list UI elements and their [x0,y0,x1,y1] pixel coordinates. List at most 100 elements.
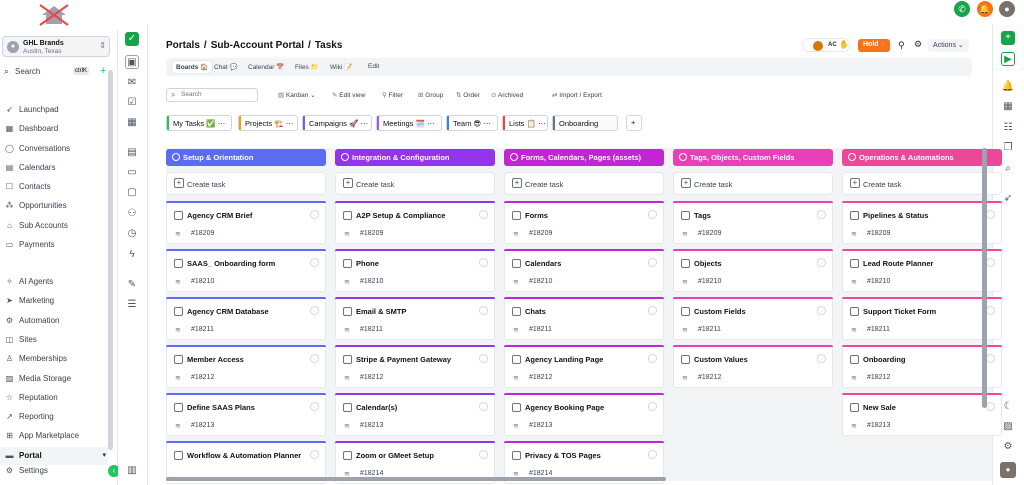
subtab-0[interactable]: Boards 🏠 [172,61,213,73]
sidebar-item-sub-accounts[interactable]: ⌂ Sub Accounts [0,217,108,235]
column-header[interactable]: Tags, Objects, Custom Fields [673,149,833,166]
gear-icon[interactable]: ⚙ [914,39,922,50]
task-card[interactable]: Tags ≋ #18209 [673,201,833,244]
status-circle-icon[interactable] [817,306,826,315]
create-task-button[interactable]: + Create task [504,172,664,195]
create-task-button[interactable]: + Create task [166,172,326,195]
more-icon[interactable]: ⋯ [538,119,546,128]
status-circle-icon[interactable] [310,258,319,267]
phone-button[interactable]: ✆ [954,1,970,17]
toolbar-group[interactable]: ⊞ Group [418,91,443,99]
sidebar-item-contacts[interactable]: ☐ Contacts [0,178,108,196]
sidebar-item-ai-agents[interactable]: ✧ AI Agents [0,273,108,291]
status-circle-icon[interactable] [986,402,995,411]
toolbar-filter[interactable]: ⚲ Filter [382,91,403,99]
task-checkbox[interactable] [174,355,183,364]
sidebar-item-calendars[interactable]: ▤ Calendars [0,159,108,177]
sidebar-item-media-storage[interactable]: ▨ Media Storage [0,370,108,388]
column-header[interactable]: Setup & Orientation [166,149,326,166]
task-checkbox[interactable] [343,307,352,316]
clock-icon[interactable]: ◷ [125,227,139,241]
sidebar-item-app-marketplace[interactable]: ⊞ App Marketplace [0,427,108,445]
status-circle-icon[interactable] [310,450,319,459]
status-circle-icon[interactable] [310,402,319,411]
view-tab-4[interactable]: Team 😎 ⋯ [446,115,498,131]
task-card[interactable]: Objects ≋ #18210 [673,249,833,292]
inbox-icon[interactable]: ▣ [125,55,139,69]
toolbar-import-export[interactable]: ⇄ Import / Export [552,91,602,99]
task-card[interactable]: Chats ≋ #18211 [504,297,664,340]
task-card[interactable]: Stripe & Payment Gateway ≋ #18212 [335,345,495,388]
task-card[interactable]: Custom Values ≋ #18212 [673,345,833,388]
view-tab-3[interactable]: Meetings 🗓️ ⋯ [376,115,442,131]
status-circle-icon[interactable] [986,210,995,219]
task-checkbox[interactable] [681,211,690,220]
sidebar-item-reputation[interactable]: ☆ Reputation [0,389,108,407]
status-circle-icon[interactable] [817,258,826,267]
zoom-icon[interactable]: ⌕ [1001,162,1015,176]
settings-icon[interactable]: ⚙ [1001,440,1015,454]
task-card[interactable]: Agency Landing Page ≋ #18212 [504,345,664,388]
task-card[interactable]: Phone ≋ #18210 [335,249,495,292]
subtab-4[interactable]: Wiki 📝 [326,61,356,73]
more-icon[interactable]: ⋯ [286,119,294,128]
task-checkbox[interactable] [343,211,352,220]
task-checkbox[interactable] [512,451,521,460]
task-checkbox[interactable] [850,211,859,220]
task-card[interactable]: Lead Route Planner ≋ #18210 [842,249,1002,292]
status-circle-icon[interactable] [986,306,995,315]
tasks-app-icon[interactable]: ✓ [125,32,139,46]
users-icon[interactable]: ⚇ [125,207,139,221]
status-circle-icon[interactable] [648,402,657,411]
task-card[interactable]: Email & SMTP ≋ #18211 [335,297,495,340]
moon-icon[interactable]: ☾ [1001,400,1015,414]
message-icon[interactable]: ▢ [125,186,139,200]
task-checkbox[interactable] [174,259,183,268]
task-card[interactable]: Pipelines & Status ≋ #18209 [842,201,1002,244]
view-tab-5[interactable]: Lists 📋 ⋯ [502,115,548,131]
add-view-button[interactable]: + [626,115,642,131]
status-circle-icon[interactable] [479,306,488,315]
status-circle-icon[interactable] [986,354,995,363]
board-vertical-scrollbar[interactable] [982,148,987,408]
sidebar-item-reporting[interactable]: ↗ Reporting [0,408,108,426]
create-task-button[interactable]: + Create task [842,172,1002,195]
status-circle-icon[interactable] [817,210,826,219]
status-circle-icon[interactable] [479,258,488,267]
toolbar-archived[interactable]: ⊙ Archived [491,91,523,99]
view-tab-2[interactable]: Campaigns 🚀 ⋯ [302,115,372,131]
document-icon[interactable]: ▤ [125,146,139,160]
play-icon[interactable]: ▶ [1001,52,1015,66]
toolbar-kanban[interactable]: ▤ Kanban ⌄ [278,91,316,99]
subtab-1[interactable]: Chat 💬 [210,61,242,73]
task-checkbox[interactable] [174,451,183,460]
status-circle-icon[interactable] [648,210,657,219]
column-header[interactable]: Operations & Automations [842,149,1002,166]
task-card[interactable]: Support Ticket Form ≋ #18211 [842,297,1002,340]
task-card[interactable]: Agency Booking Page ≋ #18213 [504,393,664,436]
sidebar-item-marketing[interactable]: ➤ Marketing [0,292,108,310]
sidebar-item-conversations[interactable]: ◯ Conversations [0,140,108,158]
status-circle-icon[interactable] [817,354,826,363]
lightning-icon[interactable]: ϟ [125,248,139,262]
task-card[interactable]: Agency CRM Database ≋ #18211 [166,297,326,340]
bell-icon[interactable]: 🔔 [1001,80,1015,94]
sidebar-item-payments[interactable]: ▭ Payments [0,236,108,254]
status-circle-icon[interactable] [479,450,488,459]
subtab-5[interactable]: Edit [364,61,383,72]
more-icon[interactable]: ⋯ [483,119,491,128]
task-checkbox[interactable] [850,355,859,364]
rocket-icon[interactable]: ➶ [1001,192,1015,206]
task-checkbox[interactable] [681,307,690,316]
status-circle-icon[interactable] [648,306,657,315]
view-tab-0[interactable]: My Tasks ✅ ⋯ [166,115,232,131]
task-card[interactable]: Calendars ≋ #18210 [504,249,664,292]
status-circle-icon[interactable] [310,306,319,315]
notes-icon[interactable]: ☰ [125,298,139,312]
sidebar-item-opportunities[interactable]: ⁂ Opportunities [0,197,108,215]
board-horizontal-scrollbar[interactable] [166,477,666,481]
panel-icon[interactable]: ▥ [125,464,139,478]
status-circle-icon[interactable] [479,402,488,411]
task-checkbox[interactable] [850,259,859,268]
create-task-button[interactable]: + Create task [673,172,833,195]
